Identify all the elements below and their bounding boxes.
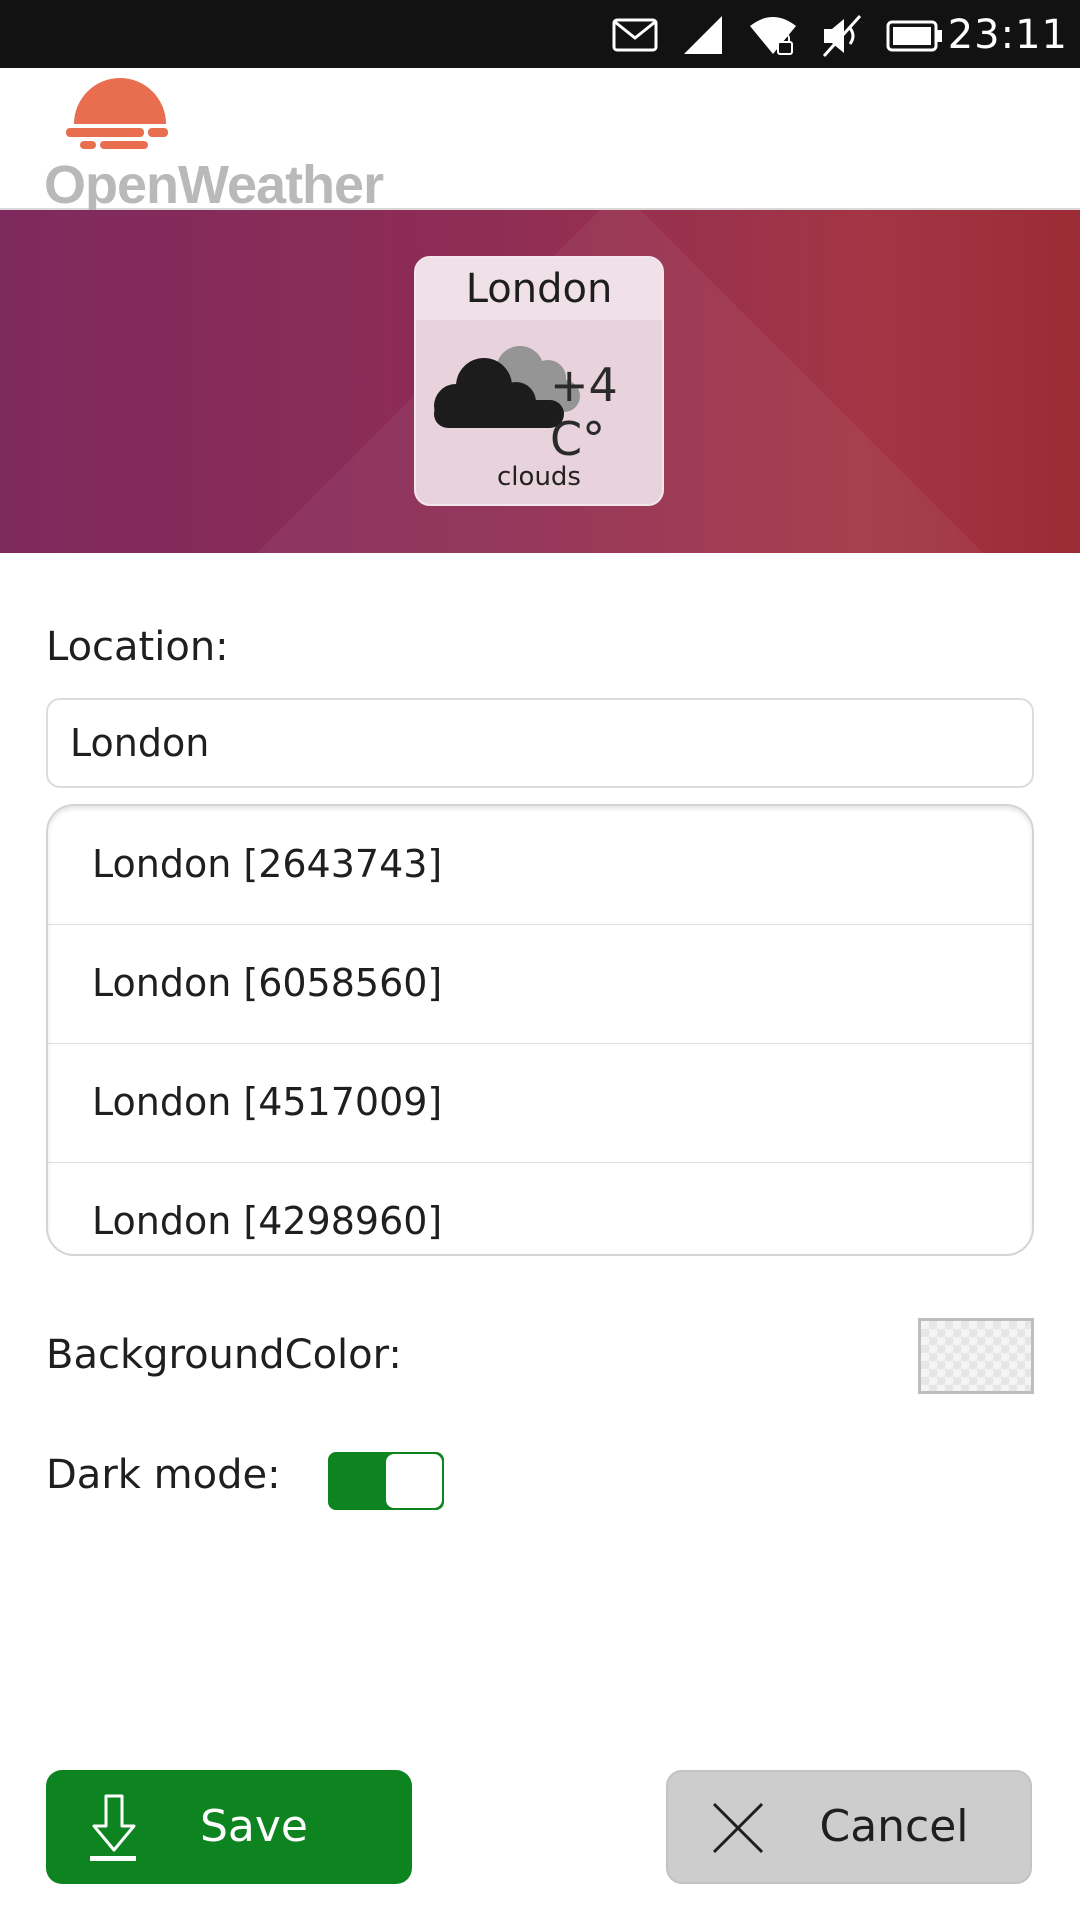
background-color-swatch[interactable]: [918, 1318, 1034, 1394]
suggestion-item[interactable]: London [6058560]: [48, 925, 1032, 1044]
save-button[interactable]: Save: [46, 1770, 412, 1884]
location-label: Location:: [46, 624, 229, 670]
suggestion-item[interactable]: London [4298960]: [48, 1163, 1032, 1254]
cellular-signal-icon: [684, 16, 722, 54]
toggle-knob: [386, 1454, 442, 1508]
app-header: OpenWeather: [0, 68, 1080, 215]
save-button-label: Save: [199, 1801, 308, 1852]
weather-widget-preview: London +4 C° clouds: [414, 256, 664, 506]
widget-city: London: [416, 258, 662, 320]
cancel-button-label: Cancel: [819, 1801, 969, 1852]
cancel-button[interactable]: Cancel: [666, 1770, 1032, 1884]
dark-mode-label: Dark mode:: [46, 1452, 281, 1498]
suggestion-item[interactable]: London [4517009]: [48, 1044, 1032, 1163]
widget-temperature: +4 C°: [550, 358, 618, 466]
suggestion-item[interactable]: London [2643743]: [48, 806, 1032, 925]
volume-muted-icon: [822, 14, 862, 58]
mail-icon: [612, 18, 658, 52]
preview-banner: London +4 C° clouds: [0, 210, 1080, 553]
location-input[interactable]: London: [46, 698, 1034, 788]
widget-description: clouds: [497, 462, 581, 492]
app-logo-text: OpenWeather: [44, 155, 384, 215]
location-suggestions-list[interactable]: London [2643743] London [6058560] London…: [46, 804, 1034, 1256]
wifi-locked-icon: [750, 17, 796, 55]
battery-icon: [886, 20, 942, 52]
background-color-label: BackgroundColor:: [46, 1332, 402, 1378]
status-bar: 23:11: [0, 0, 1080, 68]
dark-mode-toggle[interactable]: [328, 1452, 444, 1510]
status-time: 23:11: [947, 12, 1068, 58]
sun-logo-icon: [66, 78, 168, 149]
